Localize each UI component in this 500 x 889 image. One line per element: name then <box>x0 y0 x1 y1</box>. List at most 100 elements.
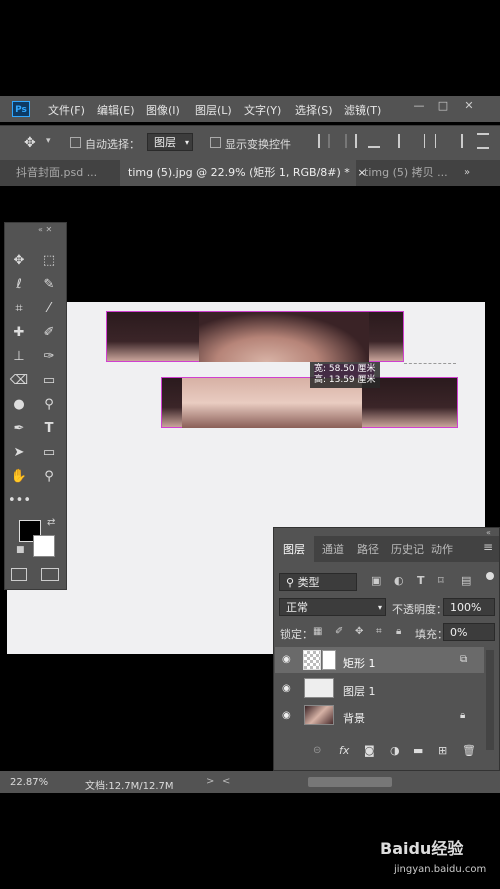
status-bar <box>0 771 500 793</box>
folder-icon[interactable]: ▬ <box>413 744 423 757</box>
history-brush-tool-icon[interactable]: ✑ <box>38 347 60 367</box>
show-transform-checkbox[interactable] <box>210 137 221 148</box>
lock-icon: 🔒︎ <box>460 710 466 721</box>
lock-artboard-icon[interactable]: ⌗ <box>376 626 382 637</box>
tab-channels[interactable]: 通道 <box>322 541 344 557</box>
lasso-tool-icon[interactable]: ℓ <box>8 275 30 295</box>
more-tools-icon[interactable]: ••• <box>8 491 31 511</box>
filter-toggle-icon[interactable] <box>486 572 494 580</box>
visibility-eye-icon[interactable]: ◉ <box>282 654 291 665</box>
dodge-tool-icon[interactable]: ⚲ <box>38 395 60 415</box>
trash-icon[interactable]: 🗑︎ <box>462 744 476 757</box>
close-button[interactable]: ✕ <box>462 99 476 113</box>
watermark-url: jingyan.baidu.com <box>394 864 487 875</box>
brush-tool-icon[interactable]: ✐ <box>38 323 60 343</box>
default-colors-icon[interactable]: ■ <box>16 545 25 555</box>
menu-type[interactable]: 文字(Y) <box>244 102 281 118</box>
tab-actions[interactable]: 动作 <box>431 541 453 557</box>
swap-colors-icon[interactable]: ⇄ <box>47 517 55 528</box>
blend-mode-value: 正常 <box>286 601 308 614</box>
filter-pixel-icon[interactable]: ▣ <box>371 574 381 587</box>
rectangle-tool-icon[interactable]: ▭ <box>38 443 60 463</box>
tab-paths[interactable]: 路径 <box>357 541 379 557</box>
fill-input[interactable]: 0% <box>443 623 495 641</box>
pen-tool-icon[interactable]: ✒ <box>8 419 30 439</box>
zoom-level[interactable]: 22.87% <box>10 777 48 788</box>
auto-select-dropdown[interactable]: 图层 ▾ <box>147 133 193 151</box>
gradient-tool-icon[interactable]: ▭ <box>38 371 60 391</box>
align-top-icon[interactable] <box>318 134 330 148</box>
eraser-tool-icon[interactable]: ⌫ <box>8 371 30 391</box>
chevron-down-icon[interactable]: ▾ <box>46 136 51 146</box>
stamp-tool-icon[interactable]: ⊥ <box>8 347 30 367</box>
quick-select-tool-icon[interactable]: ✎ <box>38 275 60 295</box>
collapse-icon[interactable]: « <box>486 528 491 537</box>
menu-edit[interactable]: 编辑(E) <box>97 102 135 118</box>
maximize-button[interactable]: □ <box>436 99 450 113</box>
filter-type-icon[interactable]: T <box>417 574 425 587</box>
eyedropper-tool-icon[interactable]: ⁄ <box>38 299 60 319</box>
collapse-icon[interactable]: « ✕ <box>38 225 52 234</box>
visibility-eye-icon[interactable]: ◉ <box>282 710 291 721</box>
filter-adjustment-icon[interactable]: ◐ <box>394 574 404 587</box>
tab-label: 抖音封面.psd ... <box>16 166 98 179</box>
move-tool-icon[interactable]: ✥ <box>8 251 30 271</box>
path-select-tool-icon[interactable]: ➤ <box>8 443 30 463</box>
menu-filter[interactable]: 滤镜(T) <box>344 102 381 118</box>
filter-smart-object-icon[interactable]: ▤ <box>461 574 471 587</box>
menu-file[interactable]: 文件(F) <box>48 102 85 118</box>
menu-layer[interactable]: 图层(L) <box>195 102 232 118</box>
new-layer-icon[interactable]: ⊞ <box>438 744 447 757</box>
panel-scrollbar[interactable] <box>486 650 494 750</box>
zoom-tool-icon[interactable]: ⚲ <box>38 467 60 487</box>
minimize-button[interactable]: — <box>412 99 426 113</box>
layer-name[interactable]: 背景 <box>343 710 365 726</box>
horizontal-scrollbar[interactable] <box>308 777 392 787</box>
tab-document-1[interactable]: 抖音封面.psd ... <box>8 160 118 186</box>
layer-name[interactable]: 矩形 1 <box>343 655 376 671</box>
filter-shape-icon[interactable]: ⌑ <box>438 574 444 587</box>
distribute-icon[interactable] <box>477 133 489 149</box>
tab-document-active[interactable]: timg (5).jpg @ 22.9% (矩形 1, RGB/8#) * × <box>120 160 367 186</box>
layer-name[interactable]: 图层 1 <box>343 683 376 699</box>
panel-menu-icon[interactable]: ≡ <box>483 540 493 554</box>
hand-tool-icon[interactable]: ✋ <box>8 467 30 487</box>
tab-history[interactable]: 历史记 <box>391 541 424 557</box>
lock-pixels-icon[interactable]: ✐ <box>335 626 343 637</box>
lock-transparent-icon[interactable]: ▦ <box>313 626 322 637</box>
adjustment-layer-icon[interactable]: ◑ <box>390 744 400 757</box>
lock-all-icon[interactable]: 🔒︎ <box>396 626 401 637</box>
align-hcenter-icon[interactable] <box>424 134 436 148</box>
auto-select-checkbox[interactable] <box>70 137 81 148</box>
blend-mode-dropdown[interactable]: 正常 ▾ <box>279 598 386 616</box>
photo-strip-top[interactable] <box>106 311 404 362</box>
screen-mode-icon[interactable] <box>41 568 59 581</box>
align-bottom-icon[interactable] <box>368 134 380 148</box>
quick-mask-icon[interactable] <box>11 568 27 581</box>
layer-filter-dropdown[interactable]: ⚲ 类型 <box>279 573 357 591</box>
opacity-input[interactable]: 100% <box>443 598 495 616</box>
show-transform-label: 显示变换控件 <box>225 138 291 151</box>
type-tool-icon[interactable]: T <box>38 419 60 439</box>
tab-document-3[interactable]: timg (5) 拷贝 ... <box>356 160 460 186</box>
background-color-swatch[interactable] <box>33 535 55 557</box>
add-mask-icon[interactable]: ◙ <box>364 744 375 757</box>
visibility-eye-icon[interactable]: ◉ <box>282 683 291 694</box>
scroll-left-icon[interactable]: < <box>222 776 230 787</box>
status-menu-icon[interactable]: > <box>206 776 214 787</box>
align-left-icon[interactable] <box>398 134 410 148</box>
lock-position-icon[interactable]: ✥ <box>355 626 363 637</box>
fx-icon[interactable]: fx <box>339 744 349 757</box>
crop-tool-icon[interactable]: ⌗ <box>8 299 30 319</box>
marquee-tool-icon[interactable]: ⬚ <box>38 251 60 271</box>
blur-tool-icon[interactable]: ● <box>8 395 30 415</box>
tab-layers[interactable]: 图层 <box>283 541 305 557</box>
menu-image[interactable]: 图像(I) <box>146 102 180 118</box>
menu-select[interactable]: 选择(S) <box>295 102 333 118</box>
tab-overflow-icon[interactable]: » <box>464 167 470 178</box>
move-tool-icon[interactable]: ✥ <box>24 135 36 151</box>
align-vcenter-icon[interactable] <box>345 134 357 148</box>
link-layers-icon[interactable]: ⊝ <box>313 745 321 756</box>
healing-tool-icon[interactable]: ✚ <box>8 323 30 343</box>
align-right-icon[interactable] <box>451 134 463 148</box>
